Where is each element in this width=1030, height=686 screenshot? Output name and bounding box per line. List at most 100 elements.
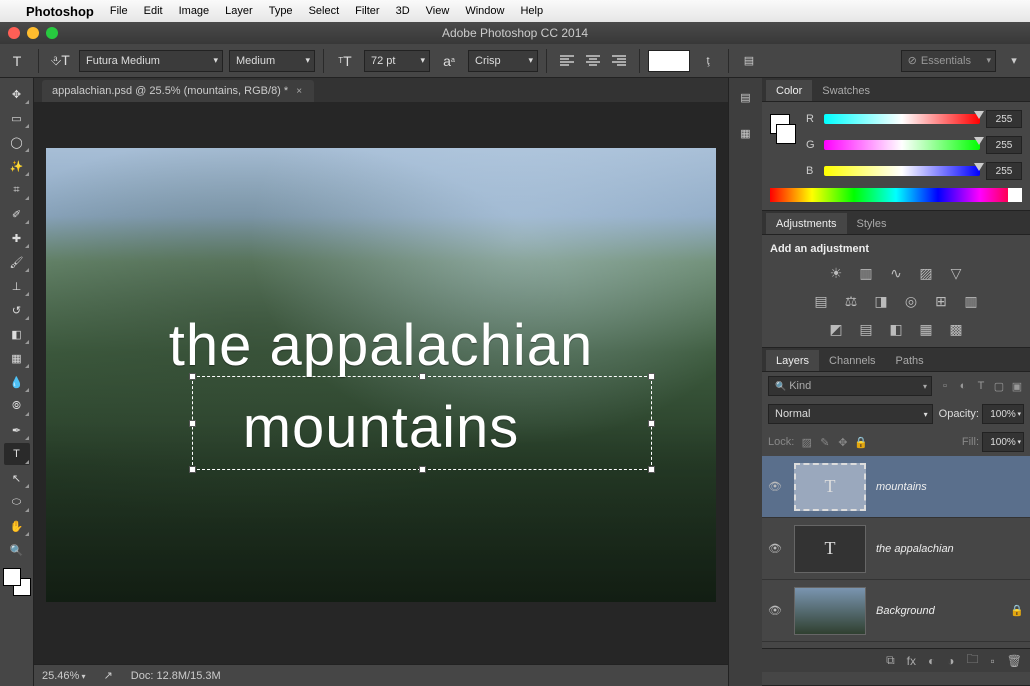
menu-edit[interactable]: Edit: [144, 5, 163, 17]
document-tab[interactable]: appalachian.psd @ 25.5% (mountains, RGB/…: [42, 80, 314, 102]
filter-pixel-icon[interactable]: ▫: [938, 379, 952, 393]
transform-handle[interactable]: [648, 373, 655, 380]
new-group-icon[interactable]: 🗀: [966, 650, 978, 671]
selective-color-icon[interactable]: ▩: [946, 319, 966, 339]
blur-tool[interactable]: 💧: [4, 371, 30, 393]
layer-name[interactable]: mountains: [876, 481, 927, 493]
layer-fx-icon[interactable]: fx: [907, 654, 916, 668]
align-left-button[interactable]: [555, 49, 579, 73]
doc-size[interactable]: Doc: 12.8M/15.3M: [131, 670, 221, 682]
channel-mixer-icon[interactable]: ⊞: [931, 291, 951, 311]
eyedropper-tool[interactable]: ✐: [4, 203, 30, 225]
layer-row[interactable]: 👁 T mountains: [762, 456, 1030, 518]
opacity-value[interactable]: 100%: [982, 404, 1024, 424]
text-color-swatch[interactable]: [648, 50, 690, 72]
lock-all-icon[interactable]: 🔒: [854, 436, 867, 449]
text-layer-line1[interactable]: the appalachian: [46, 312, 716, 379]
link-layers-icon[interactable]: ⧉: [886, 653, 895, 668]
history-brush-tool[interactable]: ↺: [4, 299, 30, 321]
font-weight-select[interactable]: Medium: [229, 50, 315, 72]
menu-window[interactable]: Window: [465, 5, 504, 17]
menu-view[interactable]: View: [426, 5, 450, 17]
export-icon[interactable]: ↗: [104, 669, 113, 682]
layer-row[interactable]: 👁 T the appalachian: [762, 518, 1030, 580]
layer-thumbnail[interactable]: T: [794, 463, 866, 511]
exposure-icon[interactable]: ▨: [916, 263, 936, 283]
transform-handle[interactable]: [419, 466, 426, 473]
r-value[interactable]: 255: [986, 110, 1022, 128]
visibility-icon[interactable]: 👁: [768, 604, 784, 617]
crop-tool[interactable]: ⌗: [4, 179, 30, 201]
r-slider[interactable]: [824, 114, 980, 124]
menu-filter[interactable]: Filter: [355, 5, 379, 17]
hue-icon[interactable]: ▤: [811, 291, 831, 311]
transform-handle[interactable]: [189, 373, 196, 380]
delete-layer-icon[interactable]: 🗑: [1007, 654, 1022, 668]
tab-layers[interactable]: Layers: [766, 350, 819, 371]
layer-mask-icon[interactable]: ◐: [928, 654, 935, 668]
align-center-button[interactable]: [581, 49, 605, 73]
visibility-icon[interactable]: 👁: [768, 480, 784, 493]
threshold-icon[interactable]: ◧: [886, 319, 906, 339]
transform-handle[interactable]: [419, 373, 426, 380]
zoom-window-button[interactable]: [46, 27, 58, 39]
lasso-tool[interactable]: ◯: [4, 131, 30, 153]
character-panel-button[interactable]: ▤: [737, 49, 761, 73]
eraser-tool[interactable]: ◧: [4, 323, 30, 345]
tab-adjustments[interactable]: Adjustments: [766, 213, 847, 234]
layer-row[interactable]: 👁 Background 🔒: [762, 580, 1030, 642]
antialias-select[interactable]: Crisp: [468, 50, 538, 72]
g-value[interactable]: 255: [986, 136, 1022, 154]
move-tool[interactable]: ✥: [4, 83, 30, 105]
tab-channels[interactable]: Channels: [819, 350, 885, 371]
blend-mode-select[interactable]: Normal: [768, 404, 933, 424]
color-fgbg-swatches[interactable]: [770, 110, 798, 170]
filter-smart-icon[interactable]: ▣: [1010, 379, 1024, 393]
balance-icon[interactable]: ⚖: [841, 291, 861, 311]
layer-name[interactable]: the appalachian: [876, 543, 954, 555]
warp-text-button[interactable]: ţ: [696, 49, 720, 73]
foreground-background-colors[interactable]: [3, 568, 31, 596]
menu-file[interactable]: File: [110, 5, 128, 17]
tab-swatches[interactable]: Swatches: [812, 80, 880, 101]
font-size-select[interactable]: 72 pt: [364, 50, 430, 72]
menu-layer[interactable]: Layer: [225, 5, 253, 17]
path-selection-tool[interactable]: ↖: [4, 467, 30, 489]
dodge-tool[interactable]: ⦾: [4, 395, 30, 417]
zoom-tool[interactable]: 🔍: [4, 539, 30, 561]
gradient-map-icon[interactable]: ▦: [916, 319, 936, 339]
adjustment-layer-icon[interactable]: ◑: [947, 654, 954, 668]
properties-panel-icon[interactable]: ▦: [735, 122, 757, 144]
transform-bounding-box[interactable]: [192, 376, 652, 470]
layer-thumbnail[interactable]: [794, 587, 866, 635]
invert-icon[interactable]: ◩: [826, 319, 846, 339]
workspace-select[interactable]: Essentials: [901, 50, 996, 72]
b-slider[interactable]: [824, 166, 980, 176]
menu-select[interactable]: Select: [309, 5, 340, 17]
transform-handle[interactable]: [648, 420, 655, 427]
orientation-icon[interactable]: ⎀T: [47, 48, 73, 74]
levels-icon[interactable]: ▥: [856, 263, 876, 283]
fill-value[interactable]: 100%: [982, 432, 1024, 452]
workspace-menu-icon[interactable]: ▾: [1002, 49, 1026, 73]
vibrance-icon[interactable]: ▽: [946, 263, 966, 283]
layer-thumbnail[interactable]: T: [794, 525, 866, 573]
filter-type-icon[interactable]: T: [974, 379, 988, 393]
layer-name[interactable]: Background: [876, 605, 935, 617]
pen-tool[interactable]: ✒: [4, 419, 30, 441]
lock-position-icon[interactable]: ✥: [836, 436, 849, 449]
menu-type[interactable]: Type: [269, 5, 293, 17]
app-menu[interactable]: Photoshop: [26, 4, 94, 19]
new-layer-icon[interactable]: ▫: [991, 654, 995, 668]
transform-handle[interactable]: [189, 466, 196, 473]
canvas[interactable]: the appalachian mountains: [46, 148, 716, 602]
filter-shape-icon[interactable]: ▢: [992, 379, 1006, 393]
hand-tool[interactable]: ✋: [4, 515, 30, 537]
b-value[interactable]: 255: [986, 162, 1022, 180]
close-window-button[interactable]: [8, 27, 20, 39]
color-spectrum[interactable]: [770, 188, 1022, 202]
bw-icon[interactable]: ◨: [871, 291, 891, 311]
marquee-tool[interactable]: ▭: [4, 107, 30, 129]
font-family-select[interactable]: Futura Medium: [79, 50, 223, 72]
tab-paths[interactable]: Paths: [886, 350, 934, 371]
